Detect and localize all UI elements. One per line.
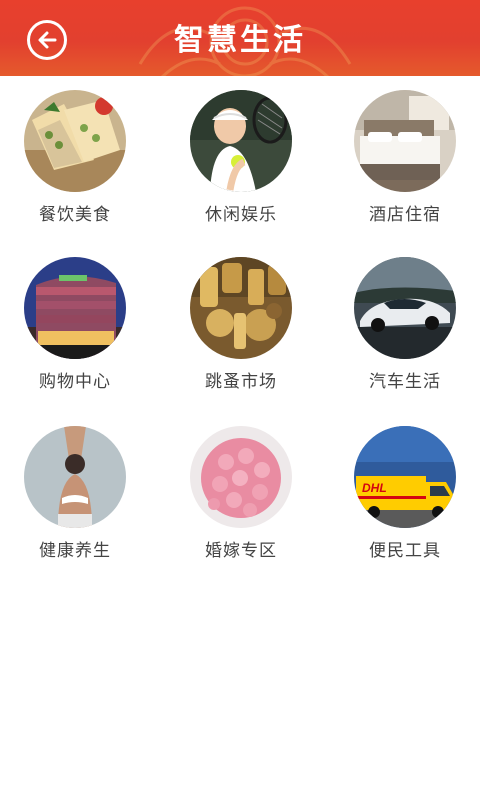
category-label: 健康养生 (39, 541, 111, 561)
category-label: 跳蚤市场 (205, 372, 277, 392)
dhl-logo: DHL (362, 481, 387, 495)
category-label: 餐饮美食 (39, 205, 111, 225)
category-car[interactable]: 汽车生活 (335, 243, 475, 403)
category-tools[interactable]: DHL 便民工具 (335, 412, 475, 572)
category-label: 汽车生活 (369, 372, 441, 392)
yoga-thumbnail (24, 426, 126, 528)
page-title: 智慧生活 (174, 23, 306, 58)
wedding-thumbnail (190, 426, 292, 528)
category-label: 便民工具 (369, 541, 441, 561)
hotel-thumbnail (354, 90, 456, 192)
category-hotel[interactable]: 酒店住宿 (335, 76, 475, 236)
category-mall[interactable]: 购物中心 (5, 243, 145, 403)
category-health[interactable]: 健康养生 (5, 412, 145, 572)
category-wedding[interactable]: 婚嫁专区 (171, 412, 311, 572)
category-label: 休闲娱乐 (205, 205, 277, 225)
category-label: 购物中心 (39, 372, 111, 392)
tennis-thumbnail (190, 90, 292, 192)
category-label: 婚嫁专区 (205, 541, 277, 561)
category-leisure[interactable]: 休闲娱乐 (171, 76, 311, 236)
mall-thumbnail (24, 257, 126, 359)
food-thumbnail (24, 90, 126, 192)
category-label: 酒店住宿 (369, 205, 441, 225)
app-header: 智慧生活 (0, 0, 480, 76)
truck-thumbnail: DHL (354, 426, 456, 528)
car-thumbnail (354, 257, 456, 359)
category-flea-market[interactable]: 跳蚤市场 (171, 243, 311, 403)
category-food[interactable]: 餐饮美食 (5, 76, 145, 236)
market-thumbnail (190, 257, 292, 359)
